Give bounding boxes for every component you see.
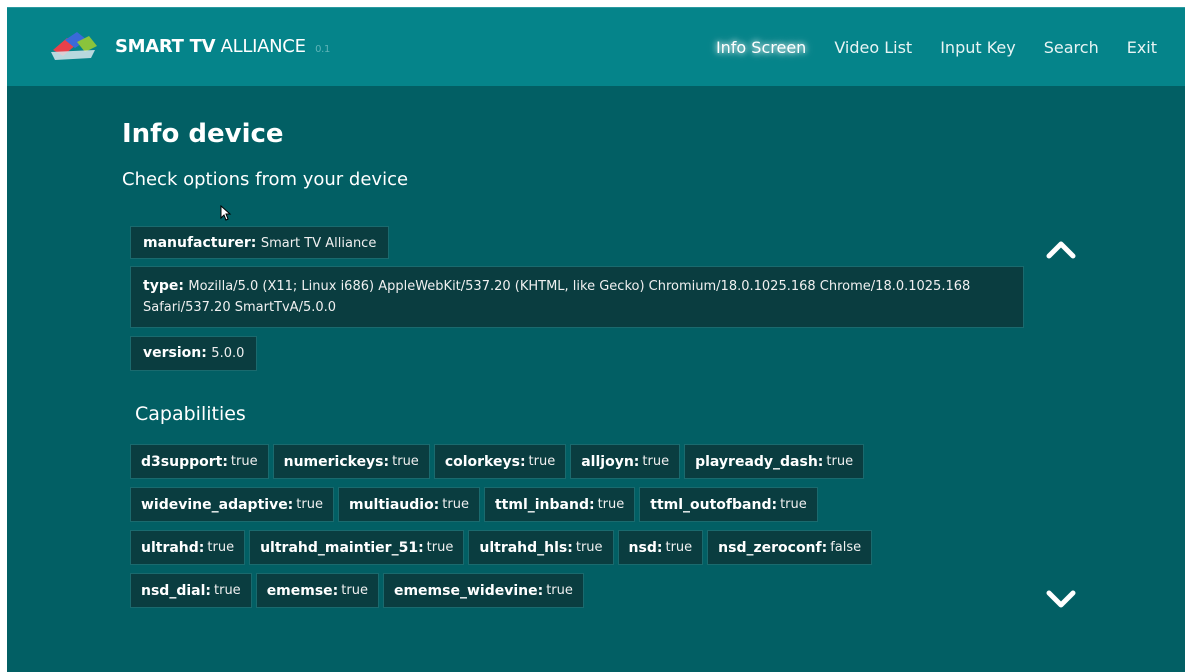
capability-chip: colorkeys: true xyxy=(433,444,567,479)
info-type: type: Mozilla/5.0 (X11; Linux i686) Appl… xyxy=(130,266,1024,328)
info-version: version: 5.0.0 xyxy=(130,336,258,371)
mouse-pointer-icon xyxy=(220,205,232,221)
capabilities-title: Capabilities xyxy=(135,403,246,425)
capability-key: d3support: xyxy=(141,453,228,470)
capabilities-row: d3support: true numerickeys: true colorkey… xyxy=(130,444,865,479)
chevron-up-icon[interactable] xyxy=(1045,239,1077,259)
capability-key: ultrahd_maintier_51: xyxy=(260,539,424,556)
capability-value: true xyxy=(528,454,556,469)
capabilities-row: widevine_adaptive: true multiaudio: true t… xyxy=(130,487,818,522)
info-value: Mozilla/5.0 (X11; Linux i686) AppleWebKi… xyxy=(143,279,971,315)
brand-light: ALLIANCE xyxy=(220,36,306,57)
capability-key: ttml_outofband: xyxy=(650,496,778,513)
capability-chip: nsd_dial: true xyxy=(130,573,252,608)
capability-value: true xyxy=(230,454,258,469)
capability-chip: widevine_adaptive: true xyxy=(130,487,334,522)
capability-chip: multiaudio: true xyxy=(337,487,480,522)
info-key: manufacturer: xyxy=(143,235,257,251)
page-header: Info device Check options from your devi… xyxy=(122,119,408,190)
capability-value: true xyxy=(392,454,419,469)
capability-value: true xyxy=(426,540,454,555)
brand-name: SMART TV ALLIANCE 0.1 xyxy=(115,36,330,57)
capability-value: true xyxy=(546,583,573,598)
capability-chip: ttml_outofband: true xyxy=(639,487,818,522)
capability-key: colorkeys: xyxy=(444,453,526,470)
capability-chip: nsd_zeroconf: false xyxy=(707,530,873,565)
nav-info-screen[interactable]: Info Screen xyxy=(716,38,806,57)
capability-key: nsd_zeroconf: xyxy=(718,539,828,556)
capability-key: ttml_inband: xyxy=(494,496,595,513)
capability-key: playready_dash: xyxy=(695,453,824,470)
capability-value: true xyxy=(214,583,241,598)
capability-chip: ememse_widevine: true xyxy=(382,573,584,608)
nav-input-key[interactable]: Input Key xyxy=(940,38,1016,57)
capability-chip: playready_dash: true xyxy=(684,444,865,479)
capability-value: true xyxy=(575,540,603,555)
capabilities-row: nsd_dial: true ememse: true ememse_widevin… xyxy=(130,573,584,608)
capability-chip: ememse: true xyxy=(255,573,379,608)
capability-chip: alljoyn: true xyxy=(570,444,681,479)
info-value: Smart TV Alliance xyxy=(260,236,377,251)
nav-video-list[interactable]: Video List xyxy=(834,38,912,57)
capability-value: true xyxy=(207,540,235,555)
capability-value: true xyxy=(826,454,854,469)
capability-key: ememse_widevine: xyxy=(393,582,544,599)
capability-key: ultrahd_hls: xyxy=(479,539,573,556)
info-key: version: xyxy=(143,345,207,361)
capability-value: true xyxy=(442,497,469,512)
capability-value: true xyxy=(780,497,807,512)
capabilities-row: ultrahd: true ultrahd_maintier_51: true ul… xyxy=(130,530,873,565)
info-manufacturer: manufacturer: Smart TV Alliance xyxy=(130,226,390,259)
page-title: Info device xyxy=(122,119,284,149)
capability-chip: ultrahd: true xyxy=(130,530,246,565)
capability-value: true xyxy=(597,497,625,512)
capability-value: false xyxy=(830,540,862,555)
app-window: SMART TV ALLIANCE 0.1 Info Screen Video … xyxy=(7,7,1185,672)
capability-key: nsd: xyxy=(628,539,663,556)
capability-chip: ultrahd_maintier_51: true xyxy=(249,530,465,565)
main-nav: Info Screen Video List Input Key Search … xyxy=(716,38,1157,57)
capability-key: ememse: xyxy=(266,582,339,599)
smart-tv-alliance-logo xyxy=(51,32,97,60)
capability-key: ultrahd: xyxy=(141,539,205,556)
capability-key: alljoyn: xyxy=(581,453,640,470)
capability-value: true xyxy=(665,540,693,555)
brand-bold: SMART TV xyxy=(115,36,216,57)
nav-search[interactable]: Search xyxy=(1044,38,1099,57)
capability-key: multiaudio: xyxy=(348,496,440,513)
capability-chip: numerickeys: true xyxy=(272,444,430,479)
capability-chip: ttml_inband: true xyxy=(483,487,636,522)
capability-key: nsd_dial: xyxy=(141,582,211,599)
capability-value: true xyxy=(642,454,670,469)
page-subtitle: Check options from your device xyxy=(122,169,409,190)
info-value: 5.0.0 xyxy=(211,346,245,361)
chevron-down-icon[interactable] xyxy=(1045,589,1077,609)
capability-chip: nsd: true xyxy=(617,530,704,565)
capability-value: true xyxy=(341,583,368,598)
capability-chip: ultrahd_hls: true xyxy=(468,530,614,565)
info-key: type: xyxy=(143,278,184,294)
brand-version: 0.1 xyxy=(315,44,331,55)
capability-value: true xyxy=(296,497,323,512)
nav-exit[interactable]: Exit xyxy=(1127,38,1157,57)
capability-key: widevine_adaptive: xyxy=(141,496,294,513)
capability-key: numerickeys: xyxy=(283,453,390,470)
top-navigation-bar: SMART TV ALLIANCE 0.1 Info Screen Video … xyxy=(7,7,1185,86)
capability-chip: d3support: true xyxy=(130,444,269,479)
